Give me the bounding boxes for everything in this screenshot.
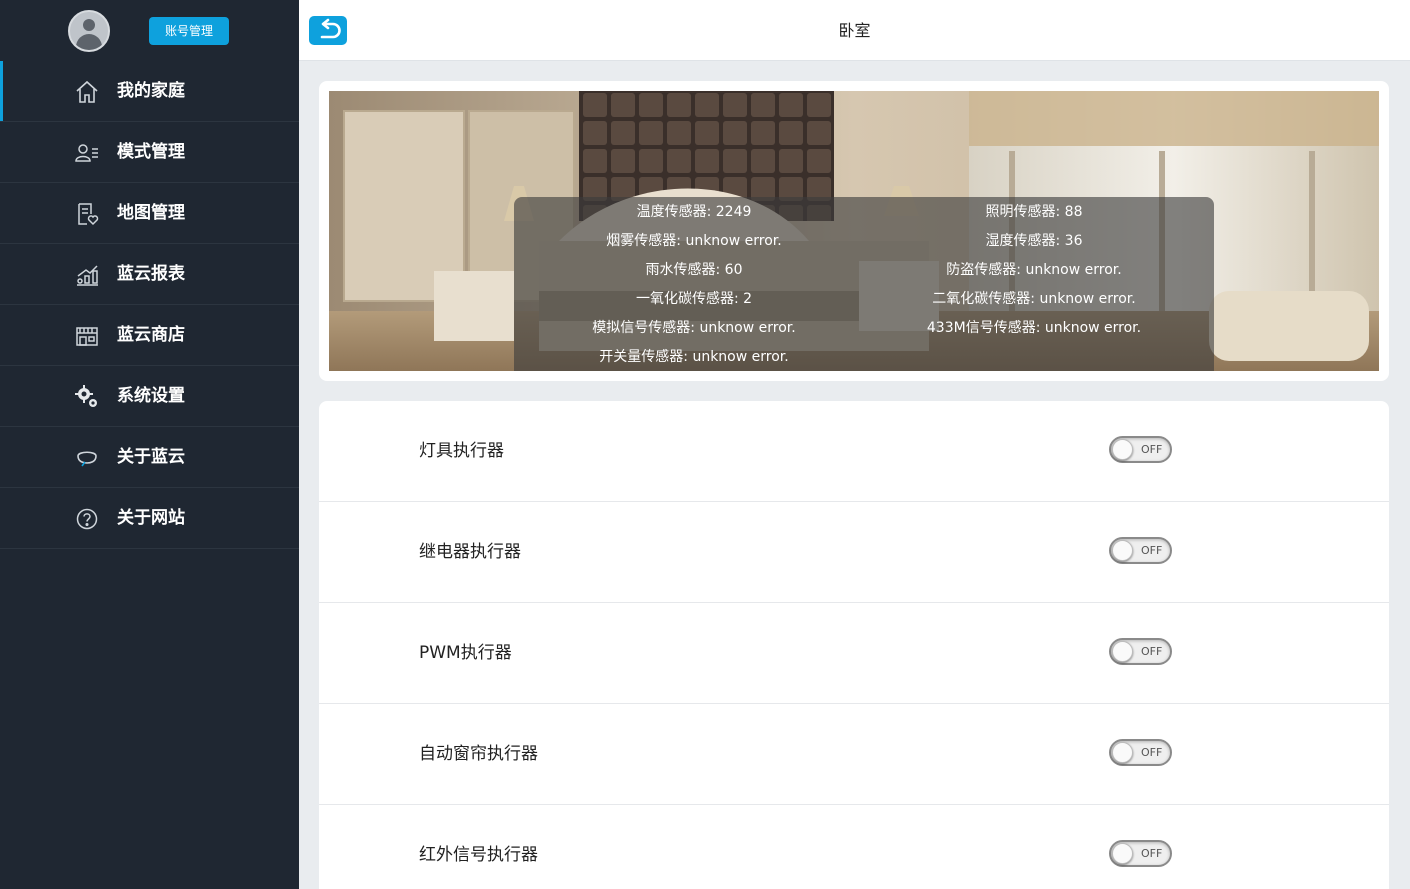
toggle-knob	[1112, 843, 1133, 864]
sensor-overlay: 温度传感器: 2249 烟雾传感器: unknow error. 雨水传感器: …	[514, 197, 1214, 371]
curtain-actuator-toggle[interactable]: OFF	[1109, 739, 1172, 766]
switch-sensor: 开关量传感器: unknow error.	[599, 349, 789, 365]
sidebar-item-label: 系统设置	[117, 386, 185, 406]
toggle-knob	[1112, 439, 1133, 460]
light-sensor: 照明传感器: 88	[985, 204, 1083, 220]
sidebar-item-label: 地图管理	[117, 203, 185, 223]
actuator-row-curtain: 自动窗帘执行器 OFF	[319, 704, 1389, 805]
question-icon	[76, 508, 98, 530]
sidebar-item-system-settings[interactable]: 系统设置	[0, 366, 299, 427]
toggle-state: OFF	[1141, 544, 1163, 557]
sidebar-item-reports[interactable]: 蓝云报表	[0, 244, 299, 305]
sidebar-item-label: 我的家庭	[117, 81, 185, 101]
co2-sensor: 二氧化碳传感器: unknow error.	[932, 291, 1136, 307]
avatar-body	[76, 34, 102, 50]
toggle-knob	[1112, 641, 1133, 662]
sidebar-item-label: 模式管理	[117, 142, 185, 162]
433m-signal-sensor: 433M信号传感器: unknow error.	[926, 320, 1142, 336]
actuator-label: PWM执行器	[419, 643, 512, 663]
room-photo: 温度传感器: 2249 烟雾传感器: unknow error. 雨水传感器: …	[329, 91, 1379, 371]
actuator-row-infrared: 红外信号执行器 OFF	[319, 805, 1389, 889]
sidebar-item-about-lanyun[interactable]: 关于蓝云	[0, 427, 299, 488]
bar-chart-icon	[77, 265, 98, 286]
actuator-row-light: 灯具执行器 OFF	[319, 401, 1389, 502]
cloud-icon	[77, 451, 97, 467]
actuator-label: 自动窗帘执行器	[419, 744, 538, 764]
avatar-head	[83, 19, 95, 31]
actuator-row-relay: 继电器执行器 OFF	[319, 502, 1389, 603]
smoke-sensor: 烟雾传感器: unknow error.	[606, 233, 782, 249]
sidebar-item-store[interactable]: 蓝云商店	[0, 305, 299, 366]
sidebar-item-label: 关于网站	[117, 508, 185, 528]
toggle-state: OFF	[1141, 443, 1163, 456]
avatar[interactable]	[68, 10, 110, 52]
rain-sensor: 雨水传感器: 60	[645, 262, 743, 278]
sidebar-header: 账号管理	[0, 0, 299, 61]
pwm-actuator-toggle[interactable]: OFF	[1109, 638, 1172, 665]
back-arrow-icon	[320, 18, 341, 39]
actuator-label: 红外信号执行器	[419, 845, 538, 865]
toggle-state: OFF	[1141, 746, 1163, 759]
sensor-column-right: 照明传感器: 88 湿度传感器: 36 防盗传感器: unknow error.…	[864, 197, 1204, 343]
toggle-state: OFF	[1141, 645, 1163, 658]
actuator-list: 灯具执行器 OFF 继电器执行器 OFF PWM执行器 OFF 自动窗帘执行器 …	[319, 401, 1389, 889]
toggle-state: OFF	[1141, 847, 1163, 860]
sidebar: 账号管理 我的家庭 模式管理 地图管理 蓝云报表 蓝云商店 系统设置 关于蓝云 …	[0, 0, 299, 889]
sidebar-item-map-management[interactable]: 地图管理	[0, 183, 299, 244]
store-icon	[76, 327, 98, 346]
sidebar-item-about-website[interactable]: 关于网站	[0, 488, 299, 549]
user-list-icon	[75, 144, 98, 162]
actuator-row-pwm: PWM执行器 OFF	[319, 603, 1389, 704]
account-management-button[interactable]: 账号管理	[149, 17, 229, 45]
document-heart-icon	[78, 203, 99, 226]
humidity-sensor: 湿度传感器: 36	[985, 233, 1083, 249]
sensor-column-left: 温度传感器: 2249 烟雾传感器: unknow error. 雨水传感器: …	[524, 197, 864, 371]
room-photo-card: 温度传感器: 2249 烟雾传感器: unknow error. 雨水传感器: …	[319, 81, 1389, 381]
toggle-knob	[1112, 540, 1133, 561]
burglar-sensor: 防盗传感器: unknow error.	[946, 262, 1122, 278]
header-bar: 卧室	[299, 0, 1410, 61]
sidebar-item-my-home[interactable]: 我的家庭	[0, 61, 299, 122]
sidebar-item-mode-management[interactable]: 模式管理	[0, 122, 299, 183]
home-icon	[76, 80, 98, 103]
page-title: 卧室	[838, 21, 871, 40]
actuator-label: 灯具执行器	[419, 441, 504, 461]
back-button[interactable]	[309, 16, 347, 45]
analog-signal-sensor: 模拟信号传感器: unknow error.	[592, 320, 796, 336]
temperature-sensor: 温度传感器: 2249	[636, 204, 752, 220]
sidebar-item-label: 关于蓝云	[117, 447, 185, 467]
actuator-label: 继电器执行器	[419, 542, 521, 562]
gears-icon	[75, 385, 97, 407]
relay-actuator-toggle[interactable]: OFF	[1109, 537, 1172, 564]
light-actuator-toggle[interactable]: OFF	[1109, 436, 1172, 463]
sidebar-item-label: 蓝云商店	[117, 325, 185, 345]
sidebar-item-label: 蓝云报表	[117, 264, 185, 284]
infrared-actuator-toggle[interactable]: OFF	[1109, 840, 1172, 867]
toggle-knob	[1112, 742, 1133, 763]
co-sensor: 一氧化碳传感器: 2	[635, 291, 753, 307]
